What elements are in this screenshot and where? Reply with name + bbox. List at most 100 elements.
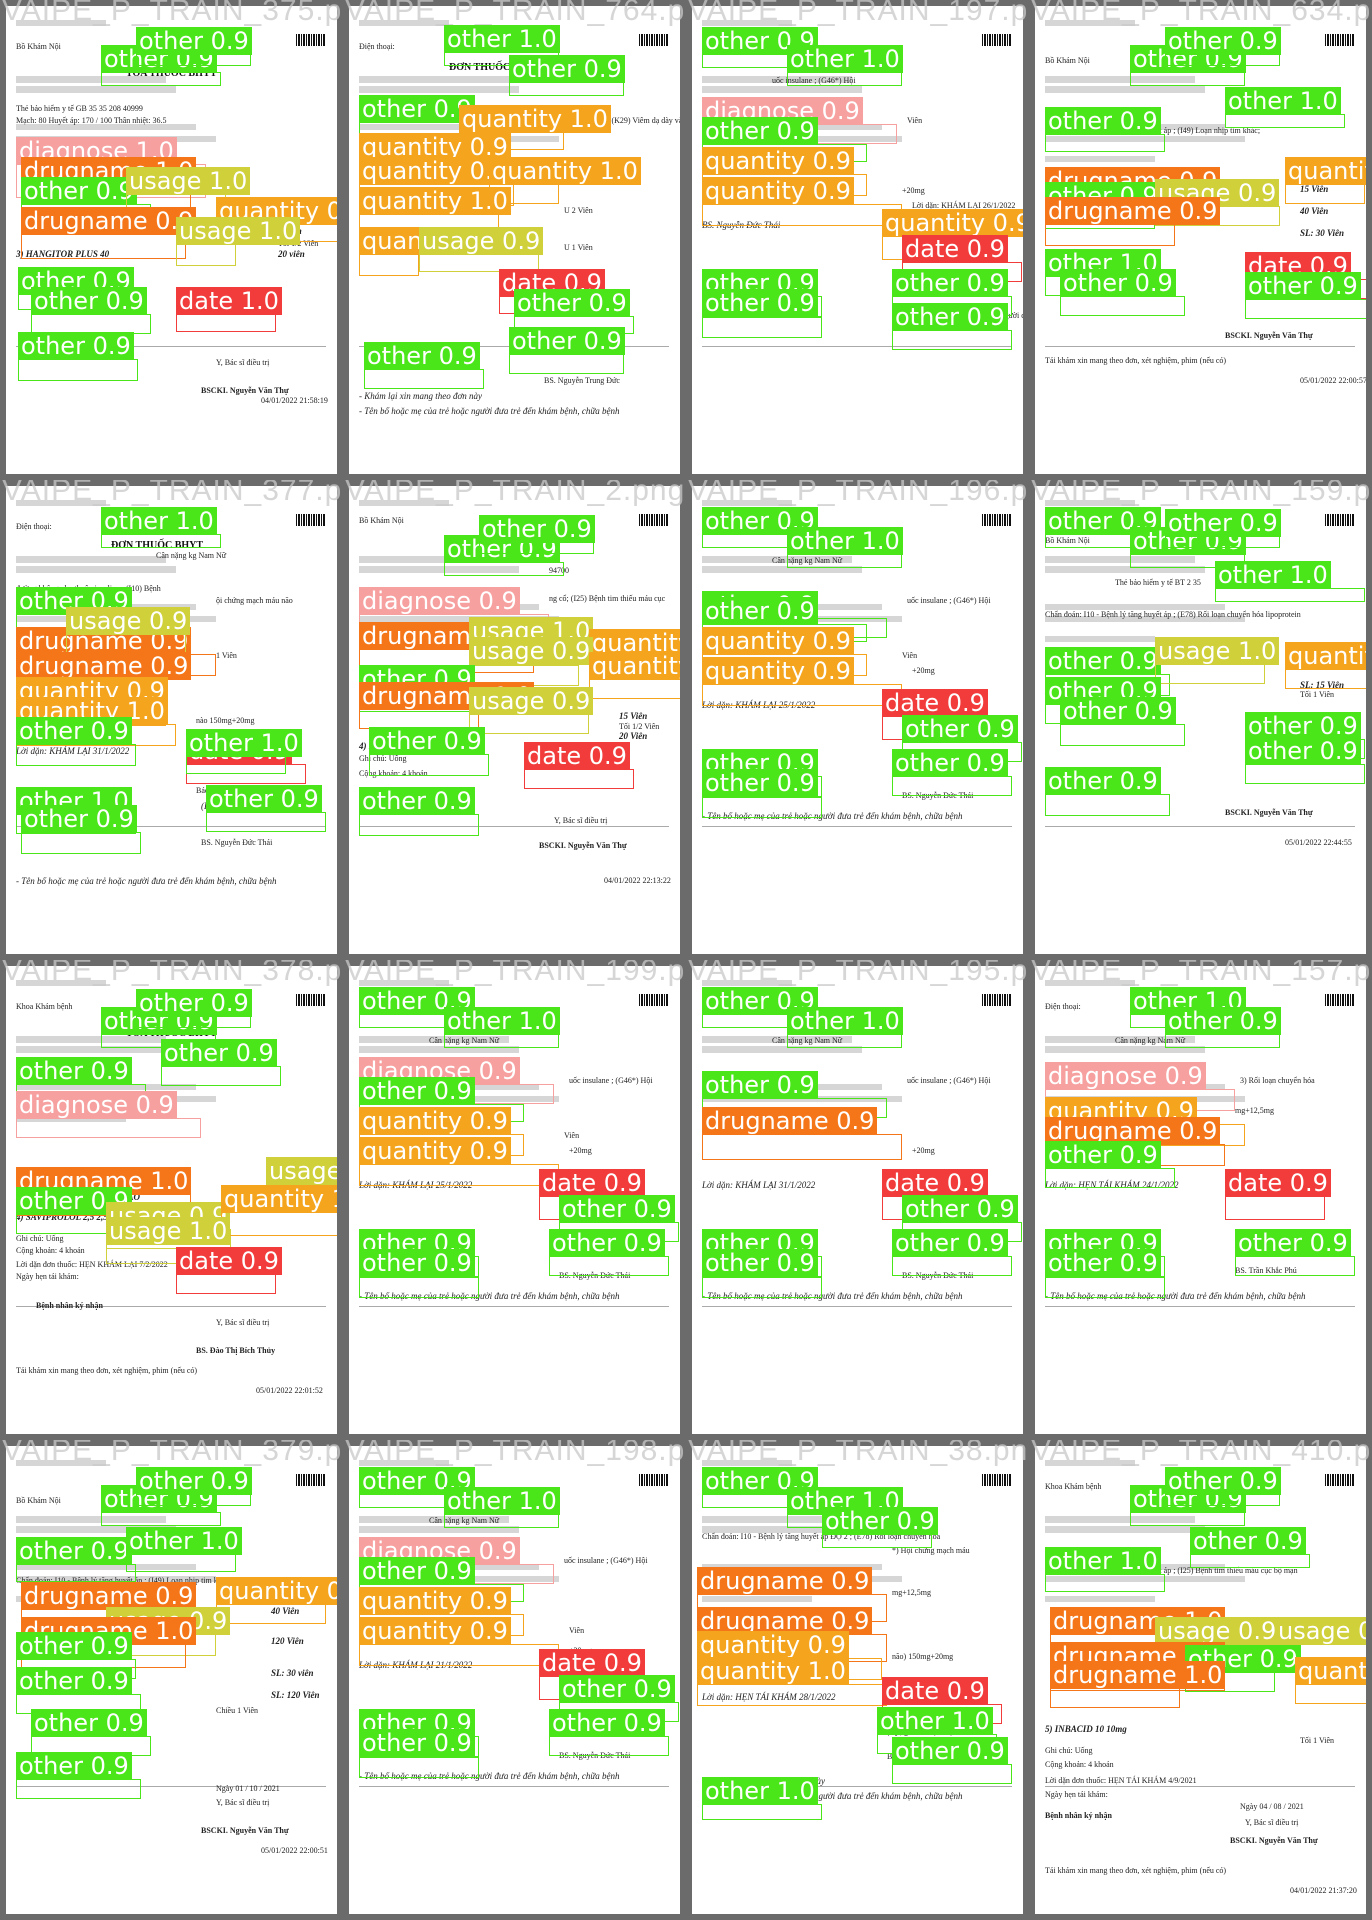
- detection-box-other: other 0.9: [549, 1229, 669, 1276]
- detection-box-date: date 0.9: [176, 1247, 282, 1294]
- divider: [359, 1306, 669, 1307]
- detection-label: other 0.9: [1045, 1249, 1161, 1277]
- detection-label: other 0.9: [509, 55, 625, 83]
- detection-box-quantity: quantity 0.9: [359, 1617, 559, 1666]
- prescription-text: 05/01/2022 22:00:51: [261, 1846, 328, 1855]
- tile-filename: VAIPE_P_TRAIN_38.png: [688, 1440, 1029, 1467]
- detection-label: other 0.9: [1165, 27, 1281, 55]
- detection-label: quantity 1.0: [221, 1185, 337, 1213]
- prescription-text: 40 Viên: [1300, 206, 1329, 216]
- detection-label: drugname 0.9: [1045, 197, 1221, 225]
- detection-label: other 0.9: [31, 287, 147, 315]
- prescription-page: Bồ Khám Nội Thẻ bảo hiểm y tế BT 2 35 Chẩn…: [1035, 486, 1366, 954]
- detection-label: date 0.9: [176, 1247, 282, 1275]
- prescription-text: mg+12,5mg: [892, 1588, 931, 1597]
- barcode-icon: [296, 514, 326, 526]
- detection-label: other 0.9: [1045, 107, 1161, 135]
- detection-box-other: other 0.9: [1045, 1141, 1175, 1188]
- detection-box-other: other 0.9: [161, 1039, 281, 1086]
- detection-box-other: other 0.9: [1165, 27, 1281, 66]
- detection-box-other: other 1.0: [1225, 87, 1345, 128]
- detection-label: other 0.9: [21, 177, 137, 205]
- detection-box-other: other 0.9: [702, 289, 822, 338]
- detection-label: other 0.9: [702, 1071, 818, 1099]
- tile-filename: VAIPE_P_TRAIN_410.png: [1031, 1440, 1372, 1467]
- detection-label: drugname 1.0: [1050, 1661, 1226, 1689]
- detection-box-other: other 0.9: [359, 1729, 479, 1778]
- detection-label: other 0.9: [514, 289, 630, 317]
- detection-label: usage 1.0: [1155, 637, 1280, 665]
- detection-box-other: other 0.9: [702, 1249, 822, 1298]
- prescription-text: 04/01/2022 22:13:22: [604, 876, 671, 885]
- prescription-text: 3) Rối loạn chuyển hóa: [1240, 1076, 1315, 1085]
- barcode-icon: [1325, 1474, 1355, 1486]
- detection-label: usage 1.0: [126, 167, 251, 195]
- detection-label: quantity 0.9: [1285, 642, 1366, 670]
- detection-box-other: other 0.9: [16, 1537, 136, 1582]
- prescription-tile: ĐƠN THUỐC BHYTCân nặng kg Nam Nữuốc insu…: [343, 960, 686, 1440]
- prescription-page: Điện thoại: ĐƠN THUỐC BHYT Cân nặng kg Nam…: [6, 486, 337, 954]
- detection-label: quantity 1.0: [697, 1657, 849, 1685]
- prescription-text: Chiều 1 Viên: [216, 1706, 259, 1715]
- detection-box-date: date 1.0: [176, 287, 282, 332]
- prescription-text: Khoa Khám bệnh: [16, 1002, 73, 1011]
- prescription-text: Thẻ bảo hiểm y tế BT 2 35: [1115, 578, 1201, 587]
- prescription-text: BSCKI. Nguyễn Văn Thự: [1230, 1836, 1318, 1845]
- detection-label: other 0.9: [702, 597, 818, 625]
- prescription-text: +20mg: [912, 666, 935, 675]
- detection-box-other: other 0.9: [1060, 269, 1185, 316]
- detection-label: date 0.9: [524, 742, 630, 770]
- prescription-tile: ĐƠN THUỐC BHYTChẩn đoán: I10 - Bệnh lý t…: [686, 1440, 1029, 1920]
- detection-label: other 0.9: [16, 1057, 132, 1085]
- detection-label: quantity 1.0: [359, 187, 511, 215]
- detection-label: usage 1.0: [106, 1217, 231, 1245]
- detection-box-other: other 1.0: [444, 1007, 560, 1048]
- detection-box-quantity: quantity 0.9: [1285, 157, 1366, 204]
- barcode-icon: [639, 1474, 669, 1486]
- detection-label: diagnose 0.9: [359, 587, 520, 615]
- prescription-text: não) 150mg+20mg: [892, 1652, 954, 1661]
- detection-box-other: other 0.9: [822, 1507, 938, 1548]
- redaction-mask: [1045, 1596, 1155, 1602]
- detection-label: other 0.9: [359, 1557, 475, 1585]
- prescription-text: Cộng khoản: 4 khoản: [1045, 1760, 1114, 1769]
- detection-box-other: other 0.9: [136, 989, 252, 1028]
- detection-box-other: other 1.0: [787, 1007, 903, 1048]
- detection-label: usage 0.9: [1275, 1617, 1366, 1645]
- detection-label: other 1.0: [444, 1487, 560, 1515]
- prescription-text: 05/01/2022 22:01:52: [256, 1386, 323, 1395]
- divider: [359, 1786, 669, 1787]
- detection-label: drugname 0.9: [697, 1567, 873, 1595]
- prescription-text: Tối 1 Viên: [1300, 1736, 1335, 1745]
- detection-label: drugname 0.9: [21, 207, 197, 235]
- detection-label: other 0.9: [31, 1709, 147, 1737]
- detection-label: other 0.9: [892, 1737, 1008, 1765]
- detection-label: other 1.0: [444, 1007, 560, 1035]
- redaction-mask: [702, 86, 862, 93]
- prescription-page: Điện thoại: Cân nặng kg Nam Nữ 3) Rối loạn…: [1035, 966, 1366, 1434]
- detection-label: other 1.0: [1045, 1547, 1161, 1575]
- detection-box-other: other 1.0: [787, 45, 903, 86]
- prescription-tile: Điện thoại: ĐƠN THUỐC BHYT m ; (K29) Viêm …: [343, 0, 686, 480]
- prescription-text: 04/01/2022 21:37:20: [1290, 1886, 1357, 1895]
- detection-box-other: other 0.9: [1045, 1249, 1165, 1298]
- prescription-text: Viên: [907, 116, 923, 125]
- detection-box-drugname: drugname 0.9: [702, 1107, 902, 1160]
- detection-label: other 0.9: [364, 342, 480, 370]
- detection-box-other: other 0.9: [892, 303, 1012, 350]
- detection-label: other 1.0: [877, 1707, 993, 1735]
- prescription-text: Bồ Khám Nội: [1045, 56, 1090, 65]
- detection-box-other: other 0.9: [1245, 737, 1365, 784]
- detection-label: other 0.9: [1060, 697, 1176, 725]
- prescription-text: Lời dặn đơn thuốc: HẸN TÁI KHÁM 4/9/2021: [1045, 1776, 1197, 1785]
- divider: [702, 826, 1012, 827]
- prescription-page: Bồ Khám NộiChẩn đoán: I10 - Bệnh lý tăng…: [1035, 6, 1366, 474]
- detection-label: other 1.0: [186, 729, 302, 757]
- prescription-text: Ngày 04 / 08 / 2021: [1240, 1802, 1304, 1811]
- detection-box-other: other 0.9: [1130, 1485, 1246, 1526]
- detection-label: other 1.0: [444, 25, 560, 53]
- detection-box-other: other 1.0: [702, 1777, 822, 1820]
- redaction-mask: [359, 86, 519, 93]
- detection-box-quantity: quantity 0.9: [702, 657, 902, 706]
- detection-box-usage: usage 0.9: [66, 607, 191, 654]
